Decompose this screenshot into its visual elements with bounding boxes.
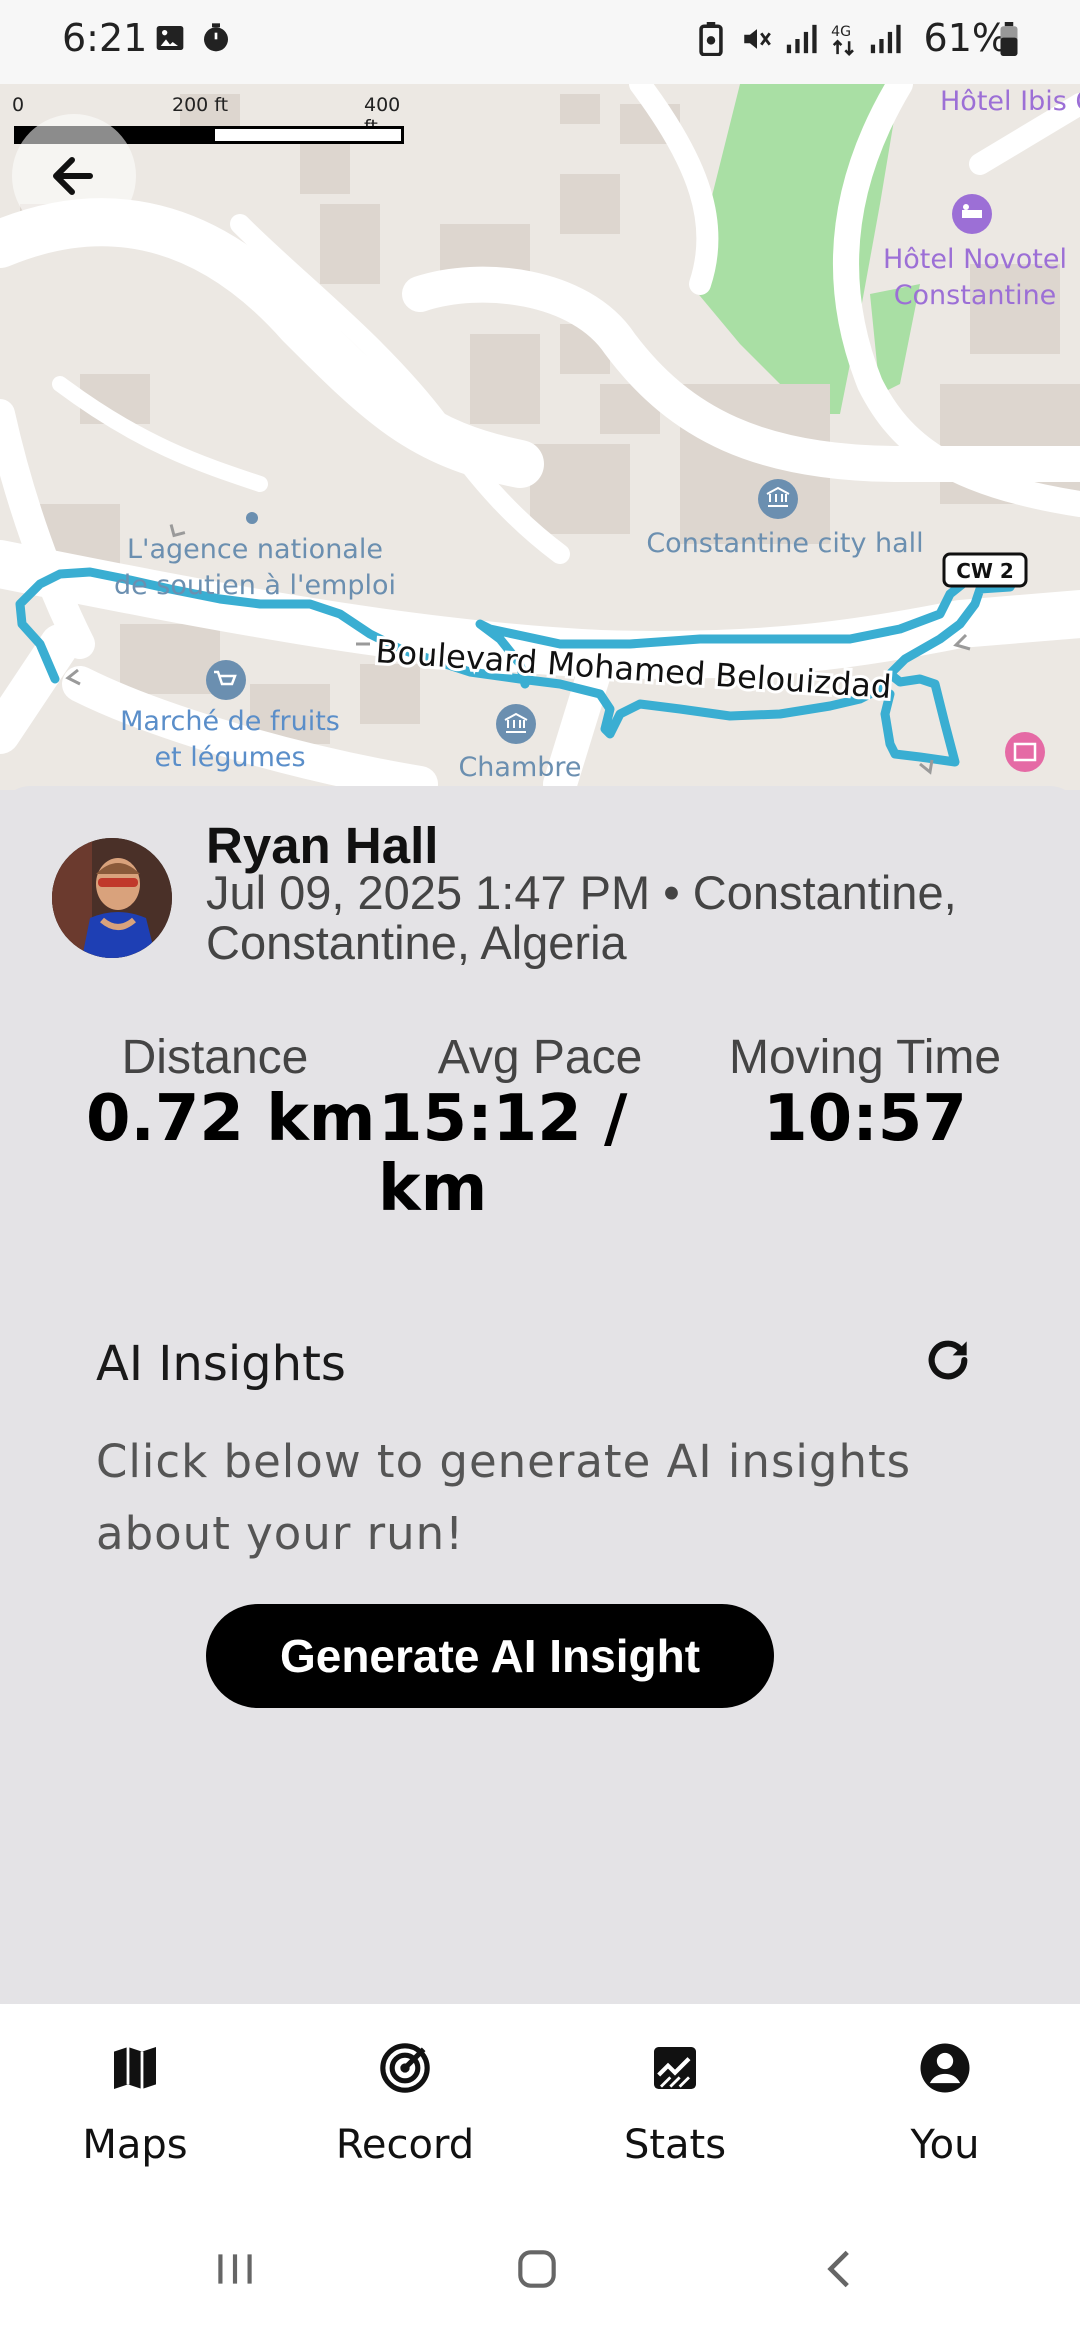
- battery-percent: 61%: [923, 16, 1008, 60]
- moving-time-label: Moving Time: [728, 1031, 1002, 1084]
- city-hall-label: Constantine city hall: [646, 528, 924, 559]
- distance-label: Distance: [121, 1031, 309, 1084]
- ai-insights-title: AI Insights: [96, 1336, 346, 1392]
- scale-mid: 200 ft: [172, 94, 229, 116]
- nav-label-maps: Maps: [82, 2122, 188, 2168]
- hotel-novotel-label: Hôtel Novotel Constantine: [882, 244, 1068, 311]
- recent-apps-icon[interactable]: [210, 2244, 260, 2294]
- market-marker: [206, 660, 246, 700]
- signal-icon: [786, 24, 817, 54]
- pace-value: 15:12 / km: [378, 1082, 628, 1226]
- ai-insights-description: Click below to generate AI insights abou…: [96, 1435, 912, 1560]
- battery-icon: [1000, 22, 1018, 56]
- battery-saver-icon: [699, 22, 723, 56]
- back-button[interactable]: [12, 114, 136, 238]
- stats-icon: [654, 2047, 696, 2089]
- marche-label: Marché de fruits et légumes: [120, 706, 340, 773]
- system-navigation: [0, 2200, 1080, 2340]
- route-map[interactable]: CW 2 Boulevard Mohamed Belouizdad Hôtel …: [0, 84, 1080, 790]
- svg-text:4G: 4G: [831, 24, 851, 40]
- chambre-label: Chambre: [458, 752, 582, 783]
- bottom-navigation: Maps Record Stats You: [0, 2004, 1080, 2200]
- back-nav-icon[interactable]: [816, 2244, 866, 2294]
- chambre-marker: [496, 704, 536, 744]
- avatar[interactable]: [52, 838, 172, 958]
- nav-label-you: You: [910, 2122, 980, 2168]
- back-arrow-icon: [53, 157, 93, 195]
- refresh-icon[interactable]: [920, 1332, 976, 1388]
- nav-item-you[interactable]: You: [810, 2004, 1080, 2200]
- nav-label-stats: Stats: [623, 2122, 727, 2168]
- city-hall-marker: [758, 479, 798, 519]
- profile-icon: [920, 2043, 970, 2093]
- hotel-ibis-label: Hôtel Ibis C: [940, 86, 1080, 117]
- agence-label: L'agence nationale de soutien à l'emploi: [113, 534, 397, 601]
- timer-icon: [204, 23, 228, 52]
- nav-item-stats[interactable]: Stats: [540, 2004, 810, 2200]
- generate-ai-insight-button[interactable]: Generate AI Insight: [206, 1604, 774, 1708]
- record-icon: [380, 2043, 430, 2093]
- status-time: 6:21: [62, 16, 148, 60]
- map-canvas: CW 2 Boulevard Mohamed Belouizdad: [0, 84, 1080, 790]
- 4g-icon: 4G: [831, 24, 854, 56]
- mute-icon: [744, 29, 771, 49]
- museum-marker: [1005, 732, 1045, 772]
- moving-time-value: 10:57: [763, 1082, 967, 1156]
- nav-item-record[interactable]: Record: [270, 2004, 540, 2200]
- distance-value: 0.72 km: [86, 1082, 376, 1156]
- pace-label: Avg Pace: [437, 1031, 643, 1084]
- activity-date-location: Jul 09, 2025 1:47 PM • Constantine, Cons…: [206, 866, 957, 969]
- nav-item-maps[interactable]: Maps: [0, 2004, 270, 2200]
- nav-label-record: Record: [335, 2122, 475, 2168]
- athlete-photo: [52, 838, 172, 958]
- road-badge-label: CW 2: [956, 559, 1014, 583]
- signal-icon: [870, 24, 901, 54]
- map-icon: [114, 2047, 156, 2089]
- gallery-icon: [156, 26, 184, 50]
- status-bar: 6:21 4G 61%: [0, 0, 1080, 84]
- home-icon[interactable]: [512, 2244, 562, 2294]
- scale-zero: 0: [12, 94, 25, 116]
- activity-sheet: Ryan Hall Jul 09, 2025 1:47 PM • Constan…: [0, 786, 1080, 2004]
